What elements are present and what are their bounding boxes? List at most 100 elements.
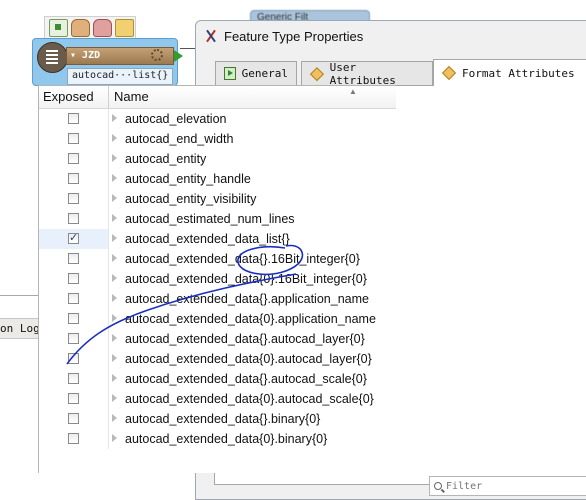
tab-label: User Attributes — [329, 60, 396, 87]
exposed-cell — [39, 209, 109, 229]
add-reader-icon[interactable] — [49, 18, 68, 37]
database-writer-icon[interactable] — [93, 18, 112, 37]
attribute-name: autocad_extended_data{0}.binary{0} — [125, 432, 328, 446]
exposed-checkbox[interactable] — [68, 313, 79, 324]
attribute-name: autocad_extended_data{0}.autocad_layer{0… — [125, 352, 372, 366]
expand-arrow-icon[interactable] — [112, 374, 117, 382]
expand-arrow-icon[interactable] — [112, 114, 117, 122]
folder-icon[interactable] — [115, 18, 134, 37]
tab-label: Format Attributes — [462, 66, 575, 80]
expand-arrow-icon[interactable] — [112, 434, 117, 442]
tab-format-attributes[interactable]: Format Attributes — [433, 59, 586, 86]
expand-arrow-icon[interactable] — [112, 334, 117, 342]
sort-ascending-icon: ▲ — [349, 87, 357, 96]
attribute-name: autocad_extended_data{}.autocad_scale{0} — [125, 372, 367, 386]
tab-general[interactable]: General — [215, 61, 297, 85]
exposed-checkbox[interactable] — [68, 413, 79, 424]
table-row[interactable]: autocad_extended_data{}.application_name — [39, 289, 396, 309]
expand-arrow-icon[interactable] — [112, 274, 117, 282]
expand-arrow-icon[interactable] — [112, 254, 117, 262]
table-body: autocad_elevation autocad_end_widthautoca… — [39, 109, 396, 449]
expand-arrow-icon[interactable] — [112, 414, 117, 422]
exposed-checkbox[interactable] — [68, 153, 79, 164]
general-icon — [224, 67, 236, 80]
table-row[interactable]: autocad_entity_handle — [39, 169, 396, 189]
attribute-name: autocad_extended_data{}.binary{0} — [125, 412, 321, 426]
exposed-cell — [39, 329, 109, 349]
exposed-cell — [39, 249, 109, 269]
expand-arrow-icon[interactable] — [112, 134, 117, 142]
column-header-name[interactable]: ▲ Name — [109, 86, 396, 108]
exposed-checkbox[interactable] — [68, 333, 79, 344]
exposed-checkbox[interactable] — [68, 133, 79, 144]
expand-arrow-icon[interactable] — [112, 214, 117, 222]
gear-icon[interactable] — [151, 49, 163, 61]
column-header-name-label: Name — [114, 89, 149, 104]
attribute-name: autocad_extended_data{}.16Bit_integer{0} — [125, 252, 360, 266]
attribute-name: autocad_estimated_num_lines — [125, 212, 295, 226]
attribute-name: autocad_extended_data_list{} — [125, 232, 290, 246]
database-icon[interactable] — [71, 18, 90, 37]
exposed-checkbox[interactable] — [68, 113, 79, 124]
log-panel-title: on Log — [0, 322, 40, 335]
exposed-checkbox[interactable] — [68, 393, 79, 404]
table-row[interactable]: autocad_extended_data{0}.16Bit_integer{0… — [39, 269, 396, 289]
expand-arrow-icon[interactable] — [112, 174, 117, 182]
tab-user-attributes[interactable]: User Attributes — [301, 60, 433, 87]
table-row[interactable]: autocad_extended_data{}.16Bit_integer{0} — [39, 249, 396, 269]
exposed-checkbox[interactable] — [68, 193, 79, 204]
exposed-cell — [39, 369, 109, 389]
exposed-cell — [39, 189, 109, 209]
exposed-checkbox[interactable] — [68, 353, 79, 364]
dialog-titlebar[interactable]: Feature Type Properties — [204, 24, 363, 48]
expand-arrow-icon[interactable] — [112, 154, 117, 162]
exposed-cell — [39, 289, 109, 309]
exposed-cell — [39, 129, 109, 149]
table-row[interactable]: autocad_end_width — [39, 129, 396, 149]
expand-arrow-icon[interactable] — [112, 394, 117, 402]
expand-arrow-icon[interactable] — [112, 234, 117, 242]
table-icon — [37, 42, 68, 73]
table-row[interactable]: autocad_extended_data{0}.autocad_scale{0… — [39, 389, 396, 409]
exposed-checkbox[interactable] — [68, 273, 79, 284]
fme-app-icon — [204, 29, 218, 43]
column-header-exposed[interactable]: Exposed — [39, 86, 109, 108]
exposed-checkbox[interactable] — [68, 231, 79, 244]
table-row[interactable]: autocad_estimated_num_lines — [39, 209, 396, 229]
node-name: JZD — [82, 50, 101, 61]
table-row[interactable]: autocad_elevation — [39, 109, 396, 129]
expand-arrow-icon[interactable] — [112, 294, 117, 302]
attribute-name: autocad_end_width — [125, 132, 234, 146]
table-row[interactable]: autocad_extended_data{}.autocad_layer{0} — [39, 329, 396, 349]
table-row[interactable]: autocad_extended_data{0}.binary{0} — [39, 429, 396, 449]
exposed-cell — [39, 269, 109, 289]
filter-input[interactable] — [446, 480, 566, 492]
attribute-name: autocad_entity — [125, 152, 207, 166]
search-icon — [434, 482, 442, 490]
exposed-cell — [39, 149, 109, 169]
table-row[interactable]: autocad_extended_data{0}.application_nam… — [39, 309, 396, 329]
filter-box[interactable] — [429, 476, 586, 496]
exposed-cell — [39, 429, 109, 449]
diamond-icon — [441, 65, 457, 81]
table-row[interactable]: autocad_extended_data{}.binary{0} — [39, 409, 396, 429]
exposed-checkbox[interactable] — [68, 373, 79, 384]
table-row[interactable]: autocad_entity_visibility — [39, 189, 396, 209]
expand-arrow-icon[interactable] — [112, 314, 117, 322]
table-row[interactable]: autocad_extended_data_list{} — [39, 229, 396, 249]
exposed-checkbox[interactable] — [68, 293, 79, 304]
exposed-checkbox[interactable] — [68, 433, 79, 444]
attribute-name: autocad_elevation — [125, 112, 227, 126]
table-row[interactable]: autocad_extended_data{}.autocad_scale{0} — [39, 369, 396, 389]
expand-arrow-icon[interactable] — [112, 194, 117, 202]
table-row[interactable]: autocad_entity — [39, 149, 396, 169]
exposed-checkbox[interactable] — [68, 253, 79, 264]
reader-feature-type-node[interactable]: ▾ JZD autocad···list{} — [32, 38, 183, 86]
table-header: Exposed ▲ Name — [39, 86, 396, 109]
table-row[interactable]: autocad_extended_data{0}.autocad_layer{0… — [39, 349, 396, 369]
exposed-checkbox[interactable] — [68, 213, 79, 224]
exposed-checkbox[interactable] — [68, 173, 79, 184]
node-toolstrip — [44, 16, 136, 38]
expand-arrow-icon[interactable] — [112, 354, 117, 362]
exposed-cell — [39, 389, 109, 409]
